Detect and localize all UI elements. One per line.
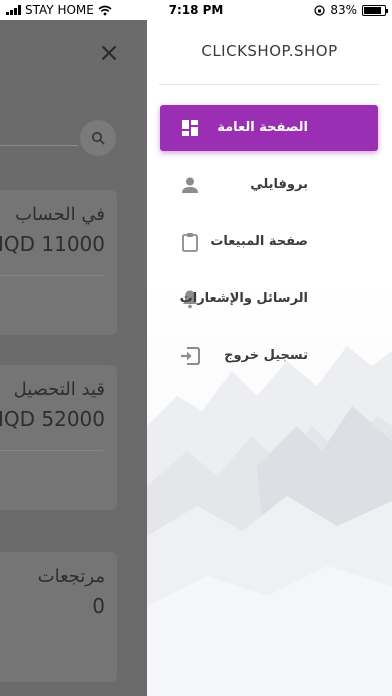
brand-title: CLICKSHOP.SHOP [201,42,338,60]
menu-item-label: الرسائل والإشعارات [179,291,308,306]
menu-item-logout[interactable]: تسجيل خروج [160,333,378,379]
logout-icon [180,346,200,366]
battery-fill [364,6,381,14]
status-right: 83% [314,3,388,17]
orientation-lock-icon [314,4,325,16]
menu-item-dashboard[interactable]: الصفحة العامة [160,105,378,151]
card-divider [0,275,103,276]
balance-value: 11000 IQD [0,232,105,256]
brand-divider [159,84,380,85]
balance-card: في الحساب 11000 IQD [0,190,117,335]
battery-icon [362,4,388,16]
menu-item-sales[interactable]: صفحة المبيعات [160,219,378,265]
dashboard-icon [180,118,200,138]
card-divider [0,450,103,451]
menu-item-label: الصفحة العامة [217,120,308,135]
status-bar: STAY HOME 7:18 PM 83% [0,0,392,20]
clipboard-icon [180,232,200,252]
pending-card: قيد التحصيل 52000 IQD [0,365,117,510]
search-button[interactable] [80,120,116,156]
balance-label: في الحساب [15,204,105,225]
search-icon [91,131,105,145]
menu-item-profile[interactable]: بروفايلي [160,162,378,208]
pending-label: قيد التحصيل [13,379,105,400]
close-icon[interactable]: × [96,40,122,66]
battery-percent: 83% [330,3,357,17]
menu-item-label: صفحة المبيعات [210,234,308,249]
person-icon [180,175,200,195]
menu-item-notifications[interactable]: الرسائل والإشعارات [160,276,378,322]
returns-value: 0 [92,594,105,618]
search-input[interactable] [0,145,78,146]
menu-item-label: بروفايلي [250,177,308,192]
returns-card: مرتجعات 0 [0,552,117,682]
returns-label: مرتجعات [37,566,105,587]
background-app-overlay[interactable]: × في الحساب 11000 IQD قيد التحصيل 52000 … [0,20,147,696]
menu-item-label: تسجيل خروج [224,348,308,363]
pending-value: 52000 IQD [0,407,105,431]
navigation-drawer: CLICKSHOP.SHOP الصفحة العامة بروفايلي صف… [147,20,392,696]
